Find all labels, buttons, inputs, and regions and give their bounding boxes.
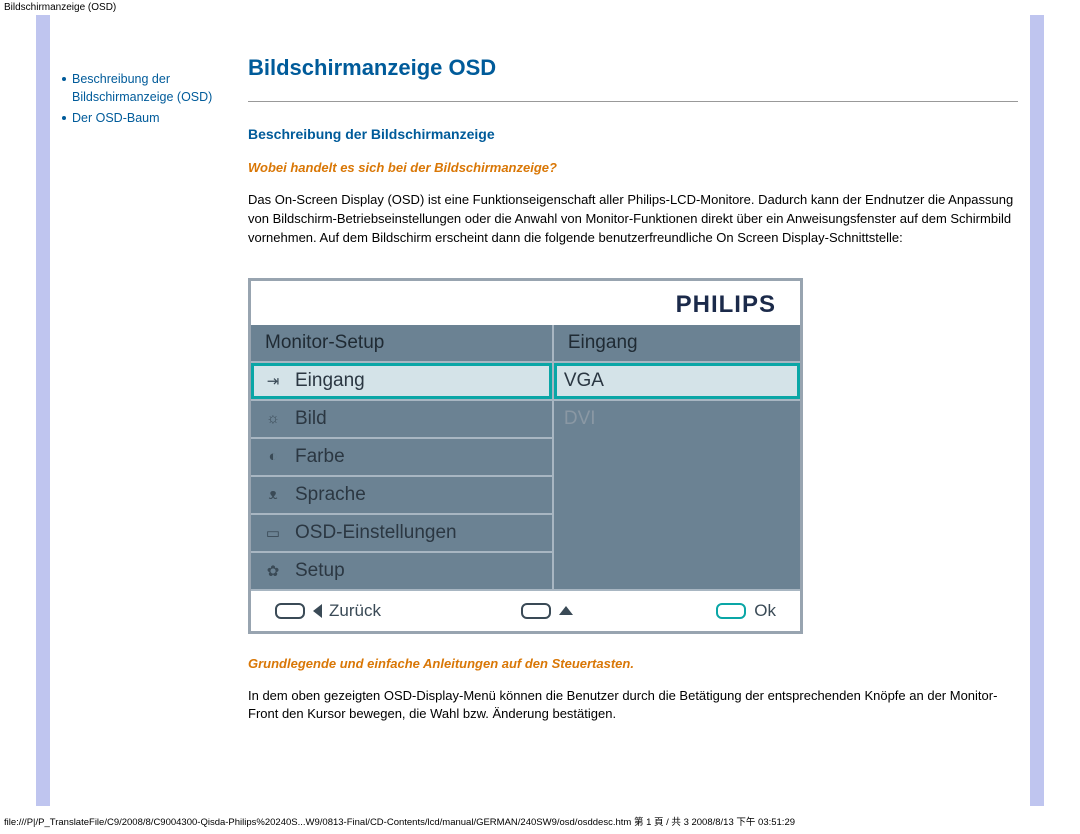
divider xyxy=(248,101,1018,102)
button-outline-icon xyxy=(521,603,551,619)
sidebar-item-label: Beschreibung der Bildschirmanzeige (OSD) xyxy=(72,71,240,106)
instructions-heading: Grundlegende und einfache Anleitungen au… xyxy=(248,656,1018,671)
sidebar-item-osd-baum[interactable]: Der OSD-Baum xyxy=(62,110,240,128)
button-outline-icon xyxy=(716,603,746,619)
osd-back-label: Zurück xyxy=(329,601,381,621)
sidebar-item-beschreibung[interactable]: Beschreibung der Bildschirmanzeige (OSD) xyxy=(62,71,240,106)
osd-menu-setup[interactable]: ✿ Setup xyxy=(251,551,552,589)
osd-right-column: Eingang VGA DVI xyxy=(554,325,800,589)
osd-menu-sprache[interactable]: ᴥ Sprache xyxy=(251,475,552,513)
main-content: Bildschirmanzeige OSD Beschreibung der B… xyxy=(248,15,1030,806)
settings-osd-icon: ▭ xyxy=(261,524,285,542)
osd-menu-label: Eingang xyxy=(295,370,365,392)
osd-menu-label: Setup xyxy=(295,560,345,582)
button-outline-icon xyxy=(275,603,305,619)
language-icon: ᴥ xyxy=(261,486,285,504)
osd-ok-label: Ok xyxy=(754,601,776,621)
osd-option-vga[interactable]: VGA xyxy=(554,363,800,399)
color-icon: ◐ xyxy=(261,448,285,466)
document-frame: Beschreibung der Bildschirmanzeige (OSD)… xyxy=(36,15,1044,806)
osd-option-label: VGA xyxy=(564,370,604,392)
osd-footer: Zurück Ok xyxy=(251,589,800,631)
gear-icon: ✿ xyxy=(261,562,285,580)
document-header-path: Bildschirmanzeige (OSD) xyxy=(0,0,1080,15)
bullet-icon xyxy=(62,77,66,81)
osd-option-label: DVI xyxy=(564,408,596,430)
brightness-icon: ☼ xyxy=(261,410,285,428)
sidebar-item-label: Der OSD-Baum xyxy=(72,110,160,128)
page-title: Bildschirmanzeige OSD xyxy=(248,55,1018,81)
brand-row: PHILIPS xyxy=(251,281,800,325)
paragraph-intro: Das On-Screen Display (OSD) ist eine Fun… xyxy=(248,191,1018,248)
osd-screenshot: PHILIPS Monitor-Setup ⇥ Eingang ☼ Bild xyxy=(248,278,803,634)
osd-menu-osd-einstellungen[interactable]: ▭ OSD-Einstellungen xyxy=(251,513,552,551)
philips-logo: PHILIPS xyxy=(676,291,776,318)
bullet-icon xyxy=(62,116,66,120)
footer-file-path: file:///P|/P_TranslateFile/C9/2008/8/C90… xyxy=(4,814,795,828)
paragraph-instructions: In dem oben gezeigten OSD-Display-Menü k… xyxy=(248,687,1018,725)
osd-menu-label: Farbe xyxy=(295,446,345,468)
osd-menu-label: Bild xyxy=(295,408,327,430)
osd-option-dvi[interactable]: DVI xyxy=(554,399,800,437)
input-icon: ⇥ xyxy=(261,372,285,390)
osd-menu-eingang[interactable]: ⇥ Eingang xyxy=(251,363,552,399)
osd-right-header: Eingang xyxy=(554,325,800,363)
osd-left-header: Monitor-Setup xyxy=(251,325,552,363)
question-text: Wobei handelt es sich bei der Bildschirm… xyxy=(248,160,1018,175)
osd-menu-label: OSD-Einstellungen xyxy=(295,522,457,544)
osd-menu-farbe[interactable]: ◐ Farbe xyxy=(251,437,552,475)
section-heading-description: Beschreibung der Bildschirmanzeige xyxy=(248,126,1018,142)
sidebar: Beschreibung der Bildschirmanzeige (OSD)… xyxy=(50,15,248,806)
osd-left-column: Monitor-Setup ⇥ Eingang ☼ Bild ◐ Farbe xyxy=(251,325,554,589)
osd-menu-label: Sprache xyxy=(295,484,366,506)
arrow-up-icon xyxy=(559,606,573,615)
osd-menu-bild[interactable]: ☼ Bild xyxy=(251,399,552,437)
arrow-left-icon xyxy=(313,604,322,618)
